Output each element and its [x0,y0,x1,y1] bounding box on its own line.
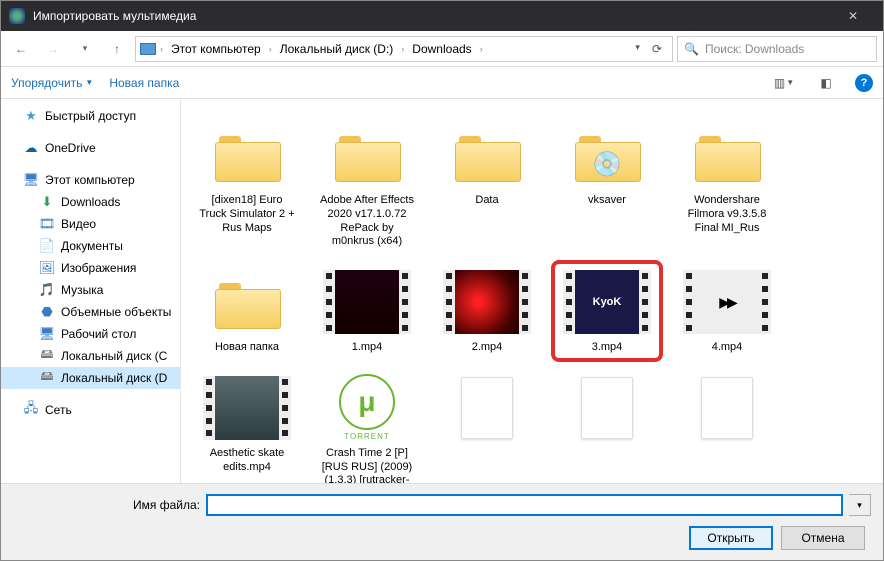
sidebar-item-pictures[interactable]: 🖼 Изображения [1,257,180,279]
video-icon: 🎞 [39,216,55,232]
help-button[interactable]: ? [855,74,873,92]
desktop-icon: 🖥 [39,326,55,342]
video-file[interactable]: 2.mp4 [433,262,541,360]
open-button[interactable]: Открыть [689,526,773,550]
pc-icon [140,43,156,55]
music-icon: 🎵 [39,282,55,298]
organize-button[interactable]: Упорядочить ▼ [11,76,93,90]
picture-icon: 🖼 [39,260,55,276]
video-file[interactable]: 4.mp4 [673,262,781,360]
search-icon: 🔍 [684,42,699,56]
file-open-dialog: Импортировать мультимедиа ✕ ← → ▾ ↑ › Эт… [0,0,884,561]
toolbar: Упорядочить ▼ Новая папка ▥ ▼ ◧ ? [1,67,883,99]
sidebar-item-onedrive[interactable]: ☁ OneDrive [1,137,180,159]
app-icon [9,8,25,24]
folder-item[interactable]: Adobe After Effects 2020 v17.1.0.72 RePa… [313,115,421,254]
sidebar-item-quick-access[interactable]: ★ Быстрый доступ [1,105,180,127]
chevron-icon: › [480,44,483,54]
close-button[interactable]: ✕ [831,1,875,31]
view-options-button[interactable]: ▥ ▼ [771,72,797,94]
sidebar: ★ Быстрый доступ ☁ OneDrive 🖥 Этот компь… [1,99,181,483]
file-item[interactable] [553,368,661,483]
new-folder-button[interactable]: Новая папка [109,76,179,90]
sidebar-item-music[interactable]: 🎵 Музыка [1,279,180,301]
folder-item[interactable]: [dixen18] Euro Truck Simulator 2 + Rus M… [193,115,301,254]
sidebar-item-documents[interactable]: 📄 Документы [1,235,180,257]
sidebar-item-3d[interactable]: ⬣ Объемные объекты [1,301,180,323]
window-title: Импортировать мультимедиа [33,9,831,23]
sidebar-item-this-pc[interactable]: 🖥 Этот компьютер [1,169,180,191]
sidebar-item-network[interactable]: 🖧 Сеть [1,399,180,421]
document-icon: 📄 [39,238,55,254]
search-placeholder: Поиск: Downloads [705,42,804,56]
sidebar-item-local-c[interactable]: 🖴 Локальный диск (C [1,345,180,367]
download-icon: ⬇ [39,194,55,210]
pc-icon: 🖥 [23,172,39,188]
crumb-root[interactable]: Этот компьютер [167,42,265,56]
nav-bar: ← → ▾ ↑ › Этот компьютер › Локальный дис… [1,31,883,67]
chevron-down-icon: ▼ [85,78,93,87]
folder-item[interactable]: Wondershare Filmora v9.3.5.8 Final MI_Ru… [673,115,781,254]
video-file[interactable]: 1.mp4 [313,262,421,360]
titlebar: Импортировать мультимедиа ✕ [1,1,883,31]
video-file[interactable]: Aesthetic skate edits.mp4 [193,368,301,483]
filename-dropdown[interactable]: ▾ [849,494,871,516]
footer: Имя файла: ▾ Открыть Отмена [1,483,883,560]
sidebar-item-desktop[interactable]: 🖥 Рабочий стол [1,323,180,345]
preview-pane-button[interactable]: ◧ [813,72,839,94]
file-item[interactable] [673,368,781,483]
folder-item[interactable]: Новая папка [193,262,301,360]
chevron-icon: › [269,44,272,54]
drive-icon: 🖴 [39,370,55,386]
chevron-icon: › [401,44,404,54]
file-list: [dixen18] Euro Truck Simulator 2 + Rus M… [181,99,883,483]
chevron-icon: › [160,44,163,54]
dropdown-icon[interactable]: ▾ [631,42,644,56]
refresh-icon[interactable]: ⟳ [646,42,668,56]
filename-input[interactable] [206,494,843,516]
up-button[interactable]: ↑ [103,36,131,62]
folder-item[interactable]: Data [433,115,541,254]
network-icon: 🖧 [23,402,39,418]
back-button[interactable]: ← [7,36,35,62]
video-file-selected[interactable]: 3.mp4 [553,262,661,360]
drive-icon: 🖴 [39,348,55,364]
recent-dropdown[interactable]: ▾ [71,36,99,62]
cloud-icon: ☁ [23,140,39,156]
address-bar[interactable]: › Этот компьютер › Локальный диск (D:) ›… [135,36,673,62]
filename-label: Имя файла: [133,498,200,512]
file-item[interactable] [433,368,541,483]
star-icon: ★ [23,108,39,124]
sidebar-item-local-d[interactable]: 🖴 Локальный диск (D [1,367,180,389]
search-input[interactable]: 🔍 Поиск: Downloads [677,36,877,62]
body: ★ Быстрый доступ ☁ OneDrive 🖥 Этот компь… [1,99,883,483]
sidebar-item-video[interactable]: 🎞 Видео [1,213,180,235]
torrent-file[interactable]: TORRENT Crash Time 2 [P] [RUS RUS] (2009… [313,368,421,483]
utorrent-icon [339,374,395,430]
cancel-button[interactable]: Отмена [781,526,865,550]
folder-item[interactable]: 💿 vksaver [553,115,661,254]
forward-button[interactable]: → [39,36,67,62]
crumb-folder[interactable]: Downloads [408,42,475,56]
sidebar-item-downloads[interactable]: ⬇ Downloads [1,191,180,213]
crumb-drive[interactable]: Локальный диск (D:) [276,42,398,56]
cube-icon: ⬣ [39,304,55,320]
